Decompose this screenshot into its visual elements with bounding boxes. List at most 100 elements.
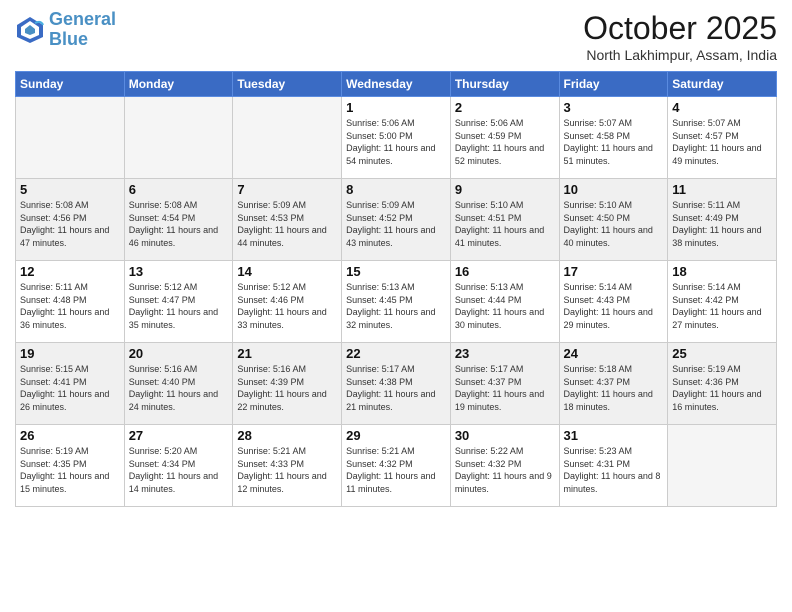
day-number: 20 (129, 346, 229, 361)
calendar-cell (124, 97, 233, 179)
calendar-cell: 9Sunrise: 5:10 AM Sunset: 4:51 PM Daylig… (450, 179, 559, 261)
calendar-cell: 14 Sunrise: 5:12 AM Sunset: 4:46 PM Dayli… (233, 261, 342, 343)
calendar-cell: 4 Sunrise: 5:07 AM Sunset: 4:57 PM Daylig… (668, 97, 777, 179)
cell-info: Sunrise: 5:18 AM Sunset: 4:37 PM Dayligh… (564, 363, 664, 413)
day-number: 14 (237, 264, 337, 279)
calendar-cell: 28 Sunrise: 5:21 AM Sunset: 4:33 PM Dayli… (233, 425, 342, 507)
day-number: 16 (455, 264, 555, 279)
calendar-cell: 7 Sunrise: 5:09 AM Sunset: 4:53 PM Daylig… (233, 179, 342, 261)
calendar-week-row: 26 Sunrise: 5:19 AM Sunset: 4:35 PM Dayli… (16, 425, 777, 507)
calendar-cell: 29 Sunrise: 5:21 AM Sunset: 4:32 PM Dayli… (342, 425, 451, 507)
calendar-cell: 1 Sunrise: 5:06 AM Sunset: 5:00 PM Daylig… (342, 97, 451, 179)
day-number: 8 (346, 182, 446, 197)
calendar-cell (16, 97, 125, 179)
cell-info: Sunrise: 5:23 AM Sunset: 4:31 PM Dayligh… (564, 445, 664, 495)
day-number: 1 (346, 100, 446, 115)
calendar-cell: 11Sunrise: 5:11 AM Sunset: 4:49 PM Dayli… (668, 179, 777, 261)
weekday-header: Monday (124, 72, 233, 97)
calendar-cell: 26 Sunrise: 5:19 AM Sunset: 4:35 PM Dayli… (16, 425, 125, 507)
day-number: 31 (564, 428, 664, 443)
weekday-header: Sunday (16, 72, 125, 97)
calendar-cell: 2Sunrise: 5:06 AM Sunset: 4:59 PM Daylig… (450, 97, 559, 179)
cell-info: Sunrise: 5:21 AM Sunset: 4:32 PM Dayligh… (346, 445, 446, 495)
day-number: 4 (672, 100, 772, 115)
day-number: 17 (564, 264, 664, 279)
weekday-header-row: SundayMondayTuesdayWednesdayThursdayFrid… (16, 72, 777, 97)
calendar-cell: 6 Sunrise: 5:08 AM Sunset: 4:54 PM Daylig… (124, 179, 233, 261)
day-number: 6 (129, 182, 229, 197)
logo: General Blue (15, 10, 116, 50)
calendar-cell (668, 425, 777, 507)
calendar-cell: 15 Sunrise: 5:13 AM Sunset: 4:45 PM Dayli… (342, 261, 451, 343)
calendar-cell: 31 Sunrise: 5:23 AM Sunset: 4:31 PM Dayli… (559, 425, 668, 507)
cell-info: Sunrise: 5:21 AM Sunset: 4:33 PM Dayligh… (237, 445, 337, 495)
weekday-header: Saturday (668, 72, 777, 97)
cell-info: Sunrise: 5:07 AM Sunset: 4:58 PM Dayligh… (564, 117, 664, 167)
day-number: 7 (237, 182, 337, 197)
calendar-cell (233, 97, 342, 179)
logo-text: General Blue (49, 10, 116, 50)
day-number: 21 (237, 346, 337, 361)
cell-info: Sunrise: 5:11 AM Sunset: 4:48 PM Dayligh… (20, 281, 120, 331)
calendar-cell: 17 Sunrise: 5:14 AM Sunset: 4:43 PM Dayli… (559, 261, 668, 343)
cell-info: Sunrise: 5:08 AM Sunset: 4:54 PM Dayligh… (129, 199, 229, 249)
calendar-week-row: 12 Sunrise: 5:11 AM Sunset: 4:48 PM Dayli… (16, 261, 777, 343)
logo-icon (15, 15, 45, 45)
weekday-header: Friday (559, 72, 668, 97)
day-number: 10 (564, 182, 664, 197)
cell-info: Sunrise: 5:12 AM Sunset: 4:46 PM Dayligh… (237, 281, 337, 331)
weekday-header: Thursday (450, 72, 559, 97)
day-number: 5 (20, 182, 120, 197)
day-number: 26 (20, 428, 120, 443)
calendar-cell: 8 Sunrise: 5:09 AM Sunset: 4:52 PM Daylig… (342, 179, 451, 261)
page: General Blue October 2025 North Lakhimpu… (0, 0, 792, 612)
cell-info: Sunrise: 5:09 AM Sunset: 4:52 PM Dayligh… (346, 199, 446, 249)
calendar-cell: 18Sunrise: 5:14 AM Sunset: 4:42 PM Dayli… (668, 261, 777, 343)
cell-info: Sunrise: 5:16 AM Sunset: 4:39 PM Dayligh… (237, 363, 337, 413)
day-number: 15 (346, 264, 446, 279)
calendar-cell: 13 Sunrise: 5:12 AM Sunset: 4:47 PM Dayli… (124, 261, 233, 343)
cell-info: Sunrise: 5:12 AM Sunset: 4:47 PM Dayligh… (129, 281, 229, 331)
cell-info: Sunrise: 5:06 AM Sunset: 5:00 PM Dayligh… (346, 117, 446, 167)
header: General Blue October 2025 North Lakhimpu… (15, 10, 777, 63)
calendar-cell: 21 Sunrise: 5:16 AM Sunset: 4:39 PM Dayli… (233, 343, 342, 425)
day-number: 22 (346, 346, 446, 361)
calendar-week-row: 19Sunrise: 5:15 AM Sunset: 4:41 PM Dayli… (16, 343, 777, 425)
cell-info: Sunrise: 5:17 AM Sunset: 4:38 PM Dayligh… (346, 363, 446, 413)
cell-info: Sunrise: 5:16 AM Sunset: 4:40 PM Dayligh… (129, 363, 229, 413)
calendar-cell: 10 Sunrise: 5:10 AM Sunset: 4:50 PM Dayli… (559, 179, 668, 261)
cell-info: Sunrise: 5:13 AM Sunset: 4:45 PM Dayligh… (346, 281, 446, 331)
location: North Lakhimpur, Assam, India (583, 47, 777, 63)
calendar-cell: 22 Sunrise: 5:17 AM Sunset: 4:38 PM Dayli… (342, 343, 451, 425)
day-number: 29 (346, 428, 446, 443)
calendar-cell: 27Sunrise: 5:20 AM Sunset: 4:34 PM Dayli… (124, 425, 233, 507)
cell-info: Sunrise: 5:07 AM Sunset: 4:57 PM Dayligh… (672, 117, 772, 167)
cell-info: Sunrise: 5:15 AM Sunset: 4:41 PM Dayligh… (20, 363, 120, 413)
day-number: 30 (455, 428, 555, 443)
cell-info: Sunrise: 5:14 AM Sunset: 4:43 PM Dayligh… (564, 281, 664, 331)
calendar-cell: 16Sunrise: 5:13 AM Sunset: 4:44 PM Dayli… (450, 261, 559, 343)
calendar-cell: 25Sunrise: 5:19 AM Sunset: 4:36 PM Dayli… (668, 343, 777, 425)
day-number: 12 (20, 264, 120, 279)
calendar: SundayMondayTuesdayWednesdayThursdayFrid… (15, 71, 777, 507)
calendar-week-row: 1 Sunrise: 5:06 AM Sunset: 5:00 PM Daylig… (16, 97, 777, 179)
calendar-cell: 12 Sunrise: 5:11 AM Sunset: 4:48 PM Dayli… (16, 261, 125, 343)
month-title: October 2025 (583, 10, 777, 47)
calendar-cell: 20 Sunrise: 5:16 AM Sunset: 4:40 PM Dayli… (124, 343, 233, 425)
day-number: 27 (129, 428, 229, 443)
title-section: October 2025 North Lakhimpur, Assam, Ind… (583, 10, 777, 63)
logo-line1: General (49, 9, 116, 29)
day-number: 24 (564, 346, 664, 361)
day-number: 23 (455, 346, 555, 361)
calendar-cell: 5 Sunrise: 5:08 AM Sunset: 4:56 PM Daylig… (16, 179, 125, 261)
day-number: 13 (129, 264, 229, 279)
cell-info: Sunrise: 5:19 AM Sunset: 4:35 PM Dayligh… (20, 445, 120, 495)
cell-info: Sunrise: 5:10 AM Sunset: 4:50 PM Dayligh… (564, 199, 664, 249)
day-number: 28 (237, 428, 337, 443)
cell-info: Sunrise: 5:14 AM Sunset: 4:42 PM Dayligh… (672, 281, 772, 331)
cell-info: Sunrise: 5:09 AM Sunset: 4:53 PM Dayligh… (237, 199, 337, 249)
calendar-week-row: 5 Sunrise: 5:08 AM Sunset: 4:56 PM Daylig… (16, 179, 777, 261)
cell-info: Sunrise: 5:08 AM Sunset: 4:56 PM Dayligh… (20, 199, 120, 249)
calendar-cell: 24 Sunrise: 5:18 AM Sunset: 4:37 PM Dayli… (559, 343, 668, 425)
cell-info: Sunrise: 5:06 AM Sunset: 4:59 PM Dayligh… (455, 117, 555, 167)
